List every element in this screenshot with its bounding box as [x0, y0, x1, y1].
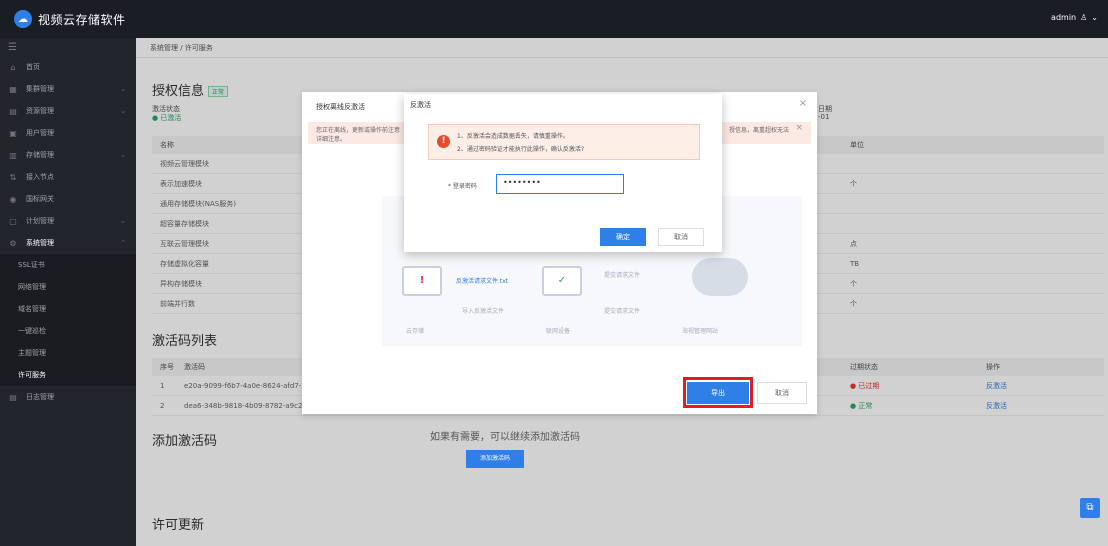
sidebar-item-system[interactable]: ⚙ 系统管理 ⌃ — [0, 232, 136, 254]
close-icon[interactable]: × — [799, 98, 807, 109]
cloud-logo-icon: ☁ — [14, 10, 32, 28]
sidebar-item-theme[interactable]: 主题管理 — [0, 342, 136, 364]
sidebar-item-label: 首页 — [26, 63, 40, 71]
sidebar-item-label: 用户管理 — [26, 129, 54, 137]
sidebar-item-label: 许可服务 — [18, 371, 46, 379]
chevron-down-icon: ⌄ — [120, 85, 126, 93]
sidebar-item-domain[interactable]: 域名管理 — [0, 298, 136, 320]
sidebar-item-storage[interactable]: ▥ 存储管理 ⌄ — [0, 144, 136, 166]
sidebar-item-inspection[interactable]: 一键巡检 — [0, 320, 136, 342]
log-icon: ▤ — [9, 392, 17, 402]
sidebar-item-log[interactable]: ▤ 日志管理 — [0, 386, 136, 408]
warning-alert: ! 1、反激活会造成数据丢失，请慎重操作。 2、通过密码验证才能执行此操作，确认… — [428, 124, 700, 160]
sidebar-item-ssl[interactable]: SSL证书 — [0, 254, 136, 276]
sidebar-item-network[interactable]: 网络管理 — [0, 276, 136, 298]
notice-tail: 授信息，离重超权无法 — [728, 127, 789, 134]
chevron-down-icon: ⌄ — [120, 107, 126, 115]
sidebar-item-users[interactable]: ▣ 用户管理 — [0, 122, 136, 144]
cloud-key-icon — [692, 258, 748, 296]
user-icon: ♙ — [1080, 13, 1088, 22]
app-logo: ☁ 视频云存储软件 — [14, 10, 126, 28]
flow-submit-label: 提交请求文件 — [604, 308, 641, 315]
sidebar-item-gateway[interactable]: ◉ 国标网关 — [0, 188, 136, 210]
node-icon: ⇅ — [9, 172, 17, 182]
flow-top-label: 提交请求文件 — [604, 272, 641, 279]
plan-icon: ▢ — [9, 216, 17, 226]
cluster-icon: ▦ — [9, 84, 17, 94]
sidebar-item-label: 资源管理 — [26, 107, 54, 115]
username: admin — [1051, 13, 1077, 22]
sidebar-item-label: 计划管理 — [26, 217, 54, 225]
user-menu[interactable]: admin ♙ ⌄ — [1051, 13, 1098, 22]
request-file-label: 反激活请求文件.txt — [456, 278, 509, 285]
chevron-down-icon: ⌄ — [120, 217, 126, 225]
password-field[interactable]: •••••••• — [496, 174, 624, 194]
top-bar: ☁ 视频云存储软件 admin ♙ ⌄ — [0, 0, 1108, 38]
alert-line-1: 1、反激活会造成数据丢失，请慎重操作。 — [457, 133, 569, 140]
menu-toggle-icon[interactable]: ☰ — [0, 38, 136, 56]
add-code-hint: 如果有需要，可以继续添加激活码 — [430, 432, 580, 443]
warning-icon: ! — [437, 135, 450, 148]
sidebar-item-label: 系统管理 — [26, 239, 54, 247]
node-label: 海视管理网站 — [682, 328, 719, 335]
cancel-button[interactable]: 取消 — [658, 228, 704, 246]
sidebar-item-label: 集群管理 — [26, 85, 54, 93]
chevron-up-icon: ⌃ — [120, 239, 126, 247]
check-device-icon: ✓ — [542, 266, 582, 296]
alert-line-2: 2、通过密码验证才能执行此操作，确认反激活? — [457, 146, 585, 153]
system-submenu: SSL证书 网络管理 域名管理 一键巡检 主题管理 许可服务 — [0, 254, 136, 386]
sidebar-item-label: 存储管理 — [26, 151, 54, 159]
sidebar-item-label: 国标网关 — [26, 195, 54, 203]
close-icon[interactable]: × — [795, 123, 803, 133]
sidebar-item-label: 域名管理 — [18, 305, 46, 313]
sidebar-item-nodes[interactable]: ⇅ 接入节点 — [0, 166, 136, 188]
sidebar-item-home[interactable]: ⌂ 首页 — [0, 56, 136, 78]
sidebar-item-resource[interactable]: ▤ 资源管理 ⌄ — [0, 100, 136, 122]
confirm-button[interactable]: 确定 — [600, 228, 646, 246]
resource-icon: ▤ — [9, 106, 17, 116]
dialog-title: 授权离线反激活 — [316, 103, 365, 111]
gateway-icon: ◉ — [9, 194, 17, 204]
sidebar: ☰ ⌂ 首页 ▦ 集群管理 ⌄ ▤ 资源管理 ⌄ ▣ 用户管理 ▥ 存储管理 ⌄ ⇅ 接入节点 ◉… — [0, 38, 136, 546]
password-label: * 登录密码 — [448, 183, 477, 190]
user-icon: ▣ — [9, 128, 17, 138]
deactivate-confirm-dialog: 反激活 ! 1、反激活会造成数据丢失，请慎重操作。 2、通过密码验证才能执行此操… — [404, 94, 722, 252]
dialog-title: 反激活 — [410, 101, 431, 109]
add-code-button[interactable]: 添加激活码 — [466, 450, 524, 468]
sidebar-item-label: 接入节点 — [26, 173, 54, 181]
node-label: 云存储 — [406, 328, 425, 335]
gear-icon: ⚙ — [9, 238, 17, 248]
node-label: 联网设备 — [546, 328, 571, 335]
chevron-down-icon: ⌄ — [1091, 13, 1098, 22]
feedback-icon[interactable]: ⧉ — [1080, 498, 1100, 518]
warning-device-icon: ! — [402, 266, 442, 296]
cancel-button[interactable]: 取消 — [757, 382, 807, 404]
sidebar-item-label: 一键巡检 — [18, 327, 46, 335]
sidebar-item-label: 日志管理 — [26, 393, 54, 401]
export-highlight-box — [683, 377, 753, 408]
sidebar-item-license[interactable]: 许可服务 — [0, 364, 136, 386]
sidebar-item-cluster[interactable]: ▦ 集群管理 ⌄ — [0, 78, 136, 100]
app-title: 视频云存储软件 — [38, 12, 126, 27]
flow-import-label: 导入反激活文件 — [462, 308, 505, 315]
home-icon: ⌂ — [10, 62, 16, 72]
storage-icon: ▥ — [9, 150, 17, 160]
chevron-down-icon: ⌄ — [120, 151, 126, 159]
sidebar-item-plan[interactable]: ▢ 计划管理 ⌄ — [0, 210, 136, 232]
sidebar-item-label: 主题管理 — [18, 349, 46, 357]
sidebar-item-label: SSL证书 — [18, 261, 45, 269]
sidebar-item-label: 网络管理 — [18, 283, 46, 291]
